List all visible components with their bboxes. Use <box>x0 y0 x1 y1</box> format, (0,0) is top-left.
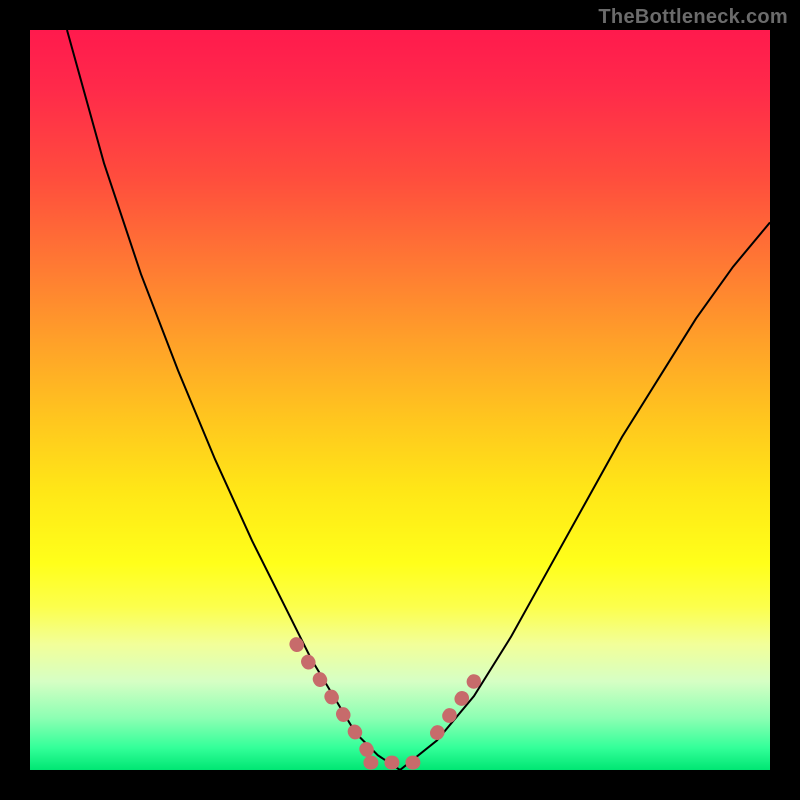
watermark-text: TheBottleneck.com <box>598 6 788 29</box>
chart-frame: TheBottleneck.com <box>0 0 800 800</box>
highlight-left <box>296 644 370 755</box>
highlight-right <box>437 681 474 733</box>
bottleneck-curve <box>67 30 770 770</box>
curve-svg <box>30 30 770 770</box>
plot-area <box>30 30 770 770</box>
